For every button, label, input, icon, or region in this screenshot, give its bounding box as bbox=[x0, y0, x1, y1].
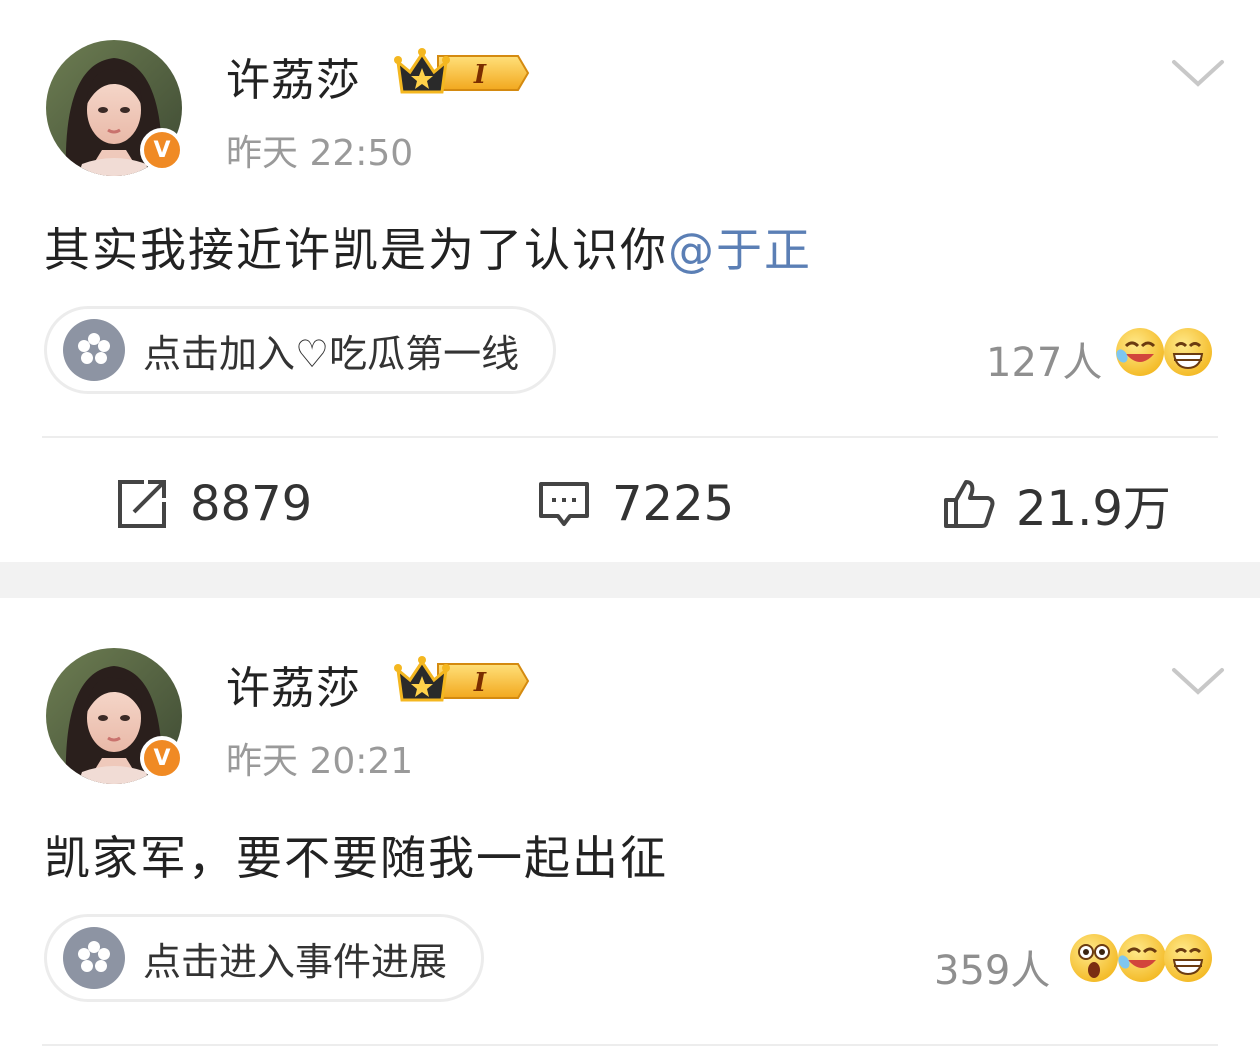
post-content: 其实我接近许凯是为了认识你@于正 bbox=[44, 214, 812, 280]
grin-emoji bbox=[1164, 934, 1212, 982]
username[interactable]: 许荔莎 bbox=[226, 44, 361, 108]
chevron-down-icon[interactable] bbox=[1170, 664, 1226, 698]
post-text: 凯家军，要不要随我一起出征 bbox=[44, 831, 668, 885]
post-timestamp: 昨天 22:50 bbox=[226, 133, 414, 174]
shocked-emoji bbox=[1070, 934, 1118, 982]
mention-link[interactable]: @于正 bbox=[668, 223, 812, 277]
flower-icon bbox=[63, 927, 125, 989]
vip-crown-badge-icon: I bbox=[394, 656, 530, 702]
divider bbox=[42, 436, 1218, 438]
post-timestamp: 昨天 20:21 bbox=[226, 741, 414, 782]
reaction-count[interactable]: 359人 bbox=[934, 938, 1050, 996]
vip-level-text: I bbox=[473, 60, 487, 90]
verified-badge-icon: V bbox=[140, 128, 184, 172]
verified-badge-icon: V bbox=[140, 736, 184, 780]
comment-icon bbox=[539, 482, 589, 526]
repost-button[interactable]: 8879 bbox=[114, 474, 312, 534]
repost-count: 8879 bbox=[190, 476, 313, 532]
topic-button[interactable]: 点击加入♡吃瓜第一线 bbox=[44, 306, 557, 394]
like-button[interactable]: 21.9万 bbox=[940, 474, 1171, 537]
post-content: 凯家军，要不要随我一起出征 bbox=[44, 822, 668, 888]
chevron-down-icon[interactable] bbox=[1170, 56, 1226, 90]
comment-count: 7225 bbox=[612, 476, 735, 532]
grin-emoji bbox=[1164, 328, 1212, 376]
topic-label: 点击进入事件进展 bbox=[143, 939, 448, 984]
avatar[interactable]: V bbox=[46, 648, 184, 784]
post-text: 其实我接近许凯是为了认识你 bbox=[44, 223, 668, 277]
avatar[interactable]: V bbox=[46, 40, 184, 176]
weibo-post: V 许荔莎 I 昨天 22:50 其实我接近许凯是为了认识你@于正 点击加入♡吃… bbox=[0, 0, 1260, 562]
repost-icon bbox=[118, 480, 166, 528]
divider bbox=[42, 1044, 1218, 1046]
vip-crown-badge-icon: I bbox=[394, 48, 530, 94]
weibo-post: V 许荔莎 I 昨天 20:21 凯家军，要不要随我一起出征 点击进入事件进展 … bbox=[0, 598, 1260, 1058]
topic-button[interactable]: 点击进入事件进展 bbox=[44, 914, 485, 1002]
reaction-count[interactable]: 127人 bbox=[986, 330, 1102, 388]
username[interactable]: 许荔莎 bbox=[226, 652, 361, 716]
laugh-tears-emoji bbox=[1118, 934, 1166, 982]
like-count: 21.9万 bbox=[1016, 481, 1171, 537]
feed-separator bbox=[0, 562, 1260, 598]
vip-level-text: I bbox=[473, 668, 487, 698]
comment-button[interactable]: 7225 bbox=[536, 474, 734, 534]
laugh-tears-emoji bbox=[1116, 328, 1164, 376]
thumbs-up-icon bbox=[944, 480, 995, 528]
topic-label: 点击加入♡吃瓜第一线 bbox=[143, 331, 520, 376]
flower-icon bbox=[63, 319, 125, 381]
